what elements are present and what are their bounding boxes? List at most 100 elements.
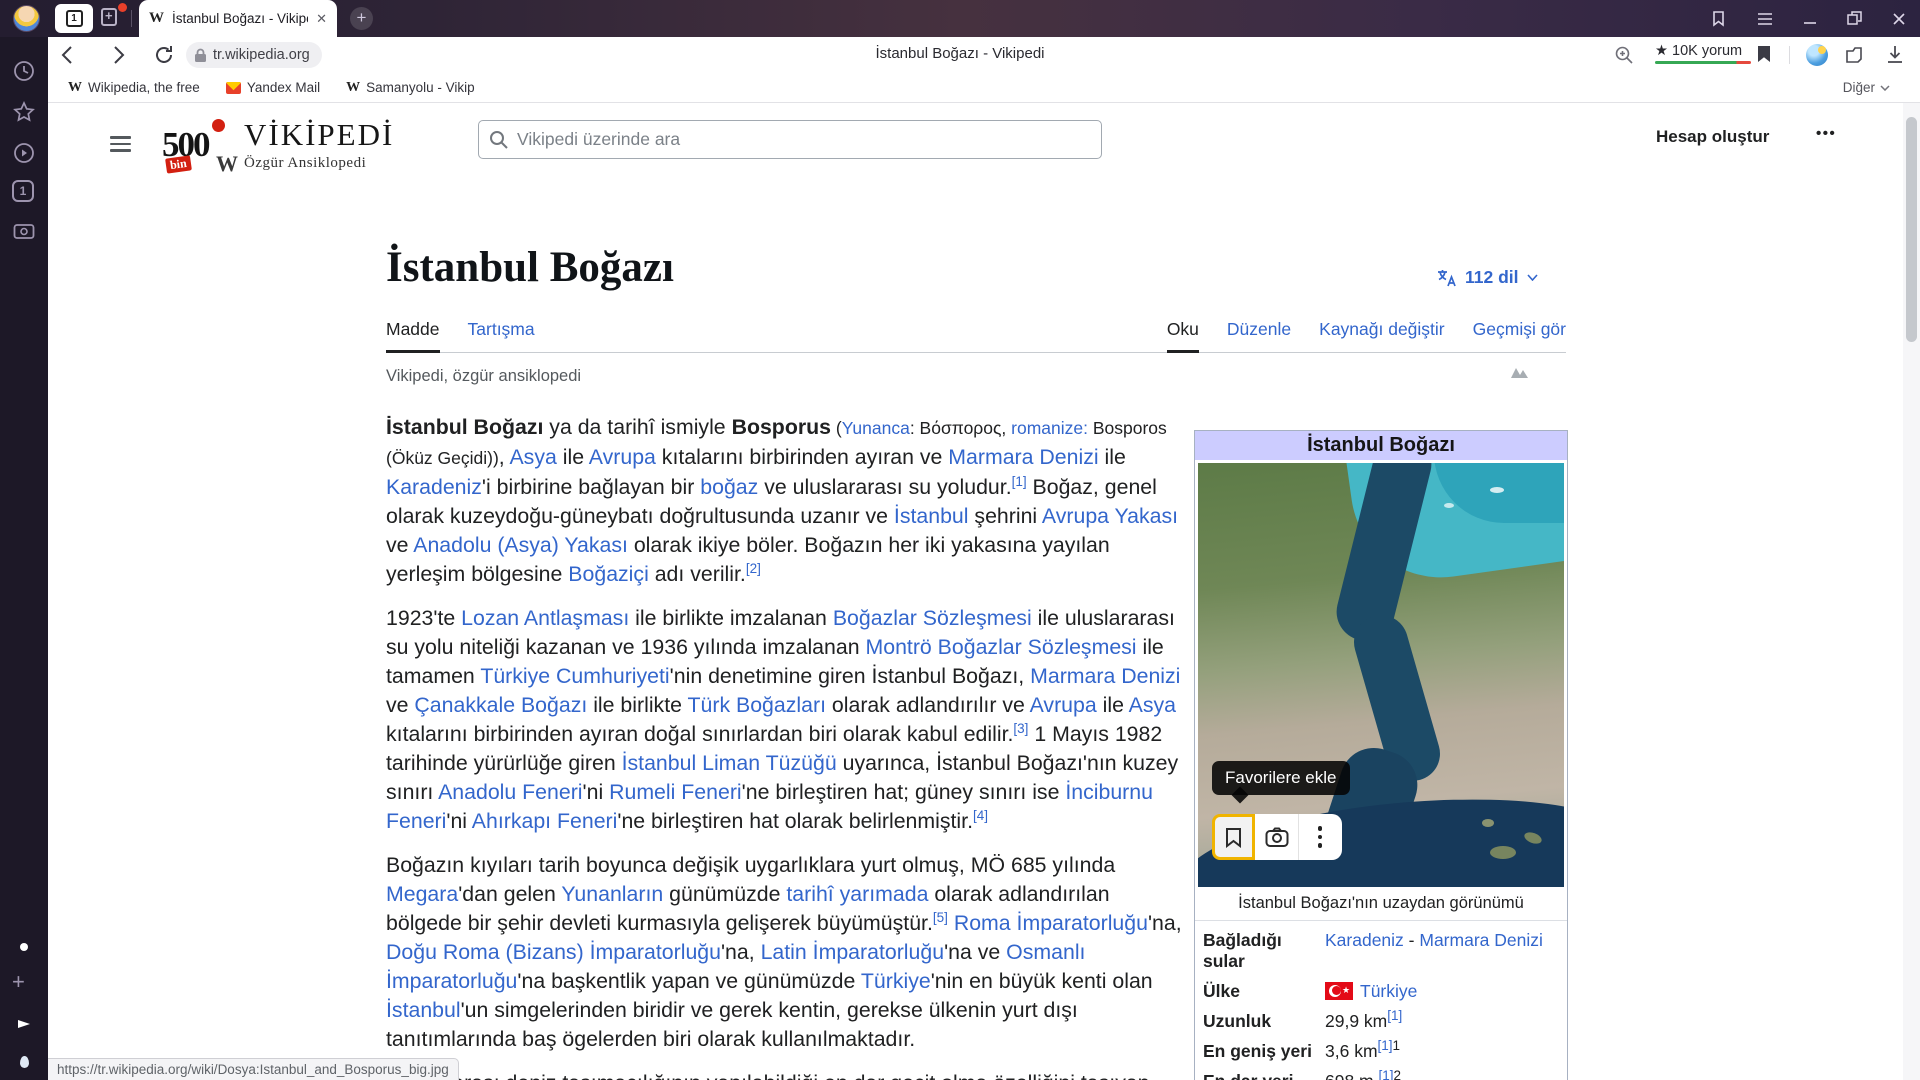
reference-link[interactable]: [2] [746,561,761,576]
wiki-link[interactable]: Montrö Boğazlar Sözleşmesi [865,635,1136,659]
tab-count-icon[interactable]: 1 [12,180,36,204]
wiki-link[interactable]: Türkiye [1360,981,1417,1001]
tableau-button[interactable]: 1 [55,4,93,33]
wiki-link[interactable]: Doğu Roma (Bizans) İmparatorluğu [386,940,721,964]
wiki-link[interactable]: Karadeniz [1325,930,1404,950]
wiki-link[interactable]: Yunanların [561,882,663,906]
wiki-link[interactable]: Türk Boğazları [688,693,826,717]
reference-link[interactable]: 1 [1393,1038,1401,1053]
search-input[interactable] [517,129,1091,150]
bookmark-item-wikipedia[interactable]: W Wikipedia, the free [68,80,200,96]
bookmark-flag-icon[interactable] [1757,45,1781,69]
wiki-link[interactable]: Asya [1129,693,1176,717]
bookmarks-more-button[interactable]: Diğer [1843,80,1890,95]
image-more-menu-button[interactable] [1298,814,1341,860]
app-icon-dark[interactable] [12,1050,36,1074]
wiki-link[interactable]: tarihî yarımada [786,882,928,906]
wiki-link[interactable]: romanize: [1011,418,1093,438]
forward-button[interactable] [106,43,130,67]
wiki-link[interactable]: Marmara Denizi [1030,664,1180,688]
wiki-link[interactable]: Lozan Antlaşması [461,606,629,630]
wiki-link[interactable]: Roma İmparatorluğu [954,911,1148,935]
restore-icon[interactable] [1847,11,1862,26]
tab-oku[interactable]: Oku [1167,319,1199,352]
wiki-link[interactable]: İstanbul Liman Tüzüğü [622,751,837,775]
reference-link[interactable]: [1] [1387,1008,1402,1023]
page-scrollbar[interactable] [1903,103,1920,1080]
bookmark-item-yandex-mail[interactable]: Yandex Mail [226,80,320,95]
zoom-icon[interactable] [1614,45,1638,69]
add-to-favorites-button[interactable] [1212,814,1255,860]
tab-tartisma[interactable]: Tartışma [468,319,535,352]
panels-icon[interactable] [1710,10,1727,27]
image-search-button[interactable] [1255,814,1298,860]
reference-link[interactable]: [1] [1379,1068,1394,1080]
wiki-link[interactable]: Avrupa Yakası [1042,504,1178,528]
reference-link[interactable]: [3] [1013,721,1028,736]
reference-link[interactable]: [1] [1012,474,1027,489]
browser-tab-active[interactable]: W İstanbul Boğazı - Vikipe ✕ [139,0,337,37]
reference-link[interactable]: 2 [1394,1068,1402,1080]
url-field[interactable]: tr.wikipedia.org [186,42,322,68]
reference-link[interactable]: [4] [973,808,988,823]
wiki-link[interactable]: İstanbul [894,504,969,528]
wiki-link[interactable]: Türkiye [861,969,931,993]
tab-kaynagi-degistir[interactable]: Kaynağı değiştir [1319,319,1445,352]
wiki-link[interactable]: Megara [386,882,458,906]
wiki-link[interactable]: Marmara Denizi [948,445,1098,469]
wiki-link[interactable]: Boğaziçi [568,562,649,586]
minimize-icon[interactable] [1803,12,1817,26]
wiki-link[interactable]: Rumeli Feneri [609,780,742,804]
wiki-link[interactable]: Yunanca [842,418,910,438]
wiki-link[interactable]: Anadolu Feneri [438,780,582,804]
tab-close-icon[interactable]: ✕ [316,11,327,27]
download-icon[interactable] [1886,45,1910,69]
add-app-button[interactable]: + [12,971,36,995]
wiki-link[interactable]: Türkiye Cumhuriyeti [480,664,669,688]
header-more-menu[interactable]: ••• [1816,125,1836,142]
favorites-star-icon[interactable] [12,100,36,124]
wiki-link[interactable]: Anadolu (Asya) Yakası [413,533,628,557]
tab-duzenle[interactable]: Düzenle [1227,319,1291,352]
wiki-menu-button[interactable] [110,136,131,152]
wiki-link[interactable]: Asya [509,445,556,469]
history-icon[interactable] [12,59,36,83]
menu-icon[interactable] [1757,12,1773,26]
close-icon[interactable] [1892,12,1906,26]
tab-madde[interactable]: Madde [386,319,440,352]
wiki-link[interactable]: Avrupa [589,445,656,469]
sidebar-toggle-button[interactable] [101,8,123,28]
tab-gecmisi-gor[interactable]: Geçmişi gör [1473,319,1566,352]
reference-link[interactable]: [1] [1378,1038,1393,1053]
profile-avatar[interactable] [13,5,40,32]
wikipedia-logo[interactable]: 500 bin W [160,113,238,179]
wiki-link[interactable]: boğaz [700,475,758,499]
reviews-badge[interactable]: ★ 10K yorum [1655,43,1751,64]
wiki-link[interactable]: Çanakkale Boğazı [414,693,587,717]
create-account-link[interactable]: Hesap oluştur [1656,127,1769,147]
infobox-satellite-image[interactable]: Favorilere ekle [1198,463,1564,887]
language-selector[interactable]: 112 dil [1436,267,1538,288]
reload-button[interactable] [152,43,176,67]
play-media-icon[interactable] [12,141,36,165]
wiki-link[interactable]: Karadeniz [386,475,482,499]
wiki-search-box[interactable] [478,120,1102,159]
back-button[interactable] [56,43,80,67]
wiki-link[interactable]: Marmara Denizi [1419,930,1543,950]
bookmark-item-samanyolu[interactable]: W Samanyolu - Vikip [346,80,475,96]
screencast-icon[interactable] [12,220,36,244]
wiki-link[interactable]: Avrupa [1030,693,1097,717]
wiki-link[interactable]: İstanbul [386,998,461,1022]
scrollbar-thumb[interactable] [1906,117,1917,342]
article-audio-icon[interactable] [1510,365,1530,384]
new-tab-button[interactable]: + [350,7,373,30]
wiki-wordmark[interactable]: VİKİPEDİ Özgür Ansiklopedi [244,117,394,172]
wiki-link[interactable]: Boğazlar Sözleşmesi [833,606,1032,630]
wiki-link[interactable]: Latin İmparatorluğu [761,940,945,964]
weather-icon[interactable] [1806,44,1828,66]
app-icon-telegram[interactable] [12,1012,36,1036]
extensions-icon[interactable] [1844,45,1868,69]
wiki-link[interactable]: Ahırkapı Feneri [472,809,618,833]
app-icon-music[interactable] [12,935,36,959]
reference-link[interactable]: [5] [933,910,948,925]
